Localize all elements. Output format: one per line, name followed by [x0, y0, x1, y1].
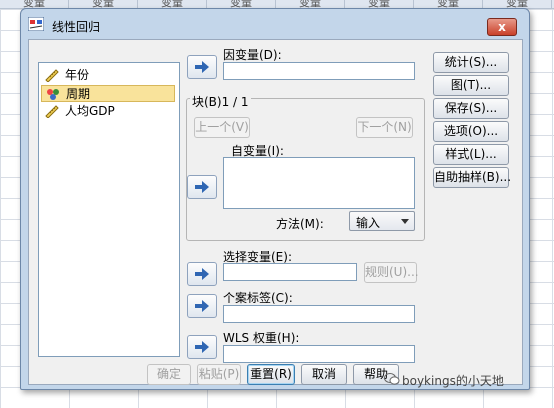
right-arrow-icon	[195, 341, 209, 353]
rule-button[interactable]: 规则(U)...	[364, 262, 419, 283]
column-header[interactable]: 变量	[207, 0, 276, 8]
options-button[interactable]: 选项(O)...	[433, 121, 509, 142]
variable-item-gdp-per-capita[interactable]: 人均GDP	[41, 103, 175, 120]
selection-variable-field[interactable]	[223, 263, 357, 281]
style-button[interactable]: 样式(L)...	[433, 144, 509, 165]
save-button[interactable]: 保存(S)...	[433, 98, 509, 119]
reset-button[interactable]: 重置(R)	[247, 364, 295, 385]
variable-label: 人均GDP	[65, 104, 115, 118]
column-header[interactable]: 变量	[276, 0, 345, 8]
dialog-title: 线性回归	[52, 20, 101, 34]
source-variable-list[interactable]: 年份 周期 人均GDP	[38, 62, 180, 357]
variable-label: 年份	[65, 68, 90, 82]
previous-block-button[interactable]: 上一个(V)	[194, 117, 250, 138]
column-header[interactable]: 变量	[483, 0, 552, 8]
block-label: 块(B)1 / 1	[190, 93, 251, 110]
dependent-field[interactable]	[223, 62, 415, 80]
cancel-button[interactable]: 取消	[301, 364, 347, 385]
column-header[interactable]: 变量	[414, 0, 483, 8]
watermark-text: boykings的小天地	[402, 374, 504, 388]
method-select[interactable]: 输入	[349, 211, 415, 231]
case-label-label: 个案标签(C):	[223, 291, 293, 305]
regression-app-icon	[28, 17, 44, 31]
column-header[interactable]: 变量	[0, 0, 69, 8]
ruler-icon	[45, 69, 59, 82]
dependent-label: 因变量(D):	[223, 48, 282, 62]
move-to-wls-weight-button[interactable]	[187, 335, 217, 359]
plots-button[interactable]: 图(T)...	[433, 75, 509, 96]
linear-regression-dialog: 线性回归 x 年份 周期 人均GDP 因变量(D): 块(B)1 / 1 上一个…	[20, 8, 530, 390]
ruler-icon	[45, 105, 59, 118]
variable-item-year[interactable]: 年份	[41, 67, 175, 84]
move-to-independent-button[interactable]	[187, 175, 217, 199]
wls-weight-label: WLS 权重(H):	[223, 331, 300, 345]
chevron-down-icon	[401, 219, 409, 224]
independent-list[interactable]	[223, 157, 415, 209]
right-arrow-icon	[195, 181, 209, 193]
method-value: 输入	[356, 216, 381, 230]
title-bar[interactable]: 线性回归 x	[21, 9, 529, 39]
ok-button[interactable]: 确定	[147, 364, 191, 385]
variable-label: 周期	[66, 87, 91, 101]
column-header[interactable]: 变量	[138, 0, 207, 8]
move-to-selection-button[interactable]	[187, 262, 217, 286]
close-icon: x	[498, 20, 506, 34]
right-arrow-icon	[195, 61, 209, 73]
paste-button[interactable]: 粘贴(P)	[197, 364, 241, 385]
move-to-case-label-button[interactable]	[187, 294, 217, 318]
right-arrow-icon	[195, 268, 209, 280]
nominal-people-icon	[47, 89, 59, 100]
right-arrow-icon	[195, 300, 209, 312]
variable-item-period[interactable]: 周期	[41, 85, 175, 102]
bootstrap-button[interactable]: 自助抽样(B)...	[433, 167, 511, 188]
dialog-body: 年份 周期 人均GDP 因变量(D): 块(B)1 / 1 上一个(V) 下一个…	[28, 39, 523, 385]
next-block-button[interactable]: 下一个(N)	[356, 117, 413, 138]
column-header[interactable]: 变量	[69, 0, 138, 8]
case-label-field[interactable]	[223, 305, 415, 323]
wechat-icon	[384, 373, 400, 385]
move-to-dependent-button[interactable]	[187, 55, 217, 79]
wls-weight-field[interactable]	[223, 345, 415, 363]
statistics-button[interactable]: 统计(S)...	[433, 52, 509, 73]
column-header[interactable]: 变量	[345, 0, 414, 8]
method-label: 方法(M):	[276, 217, 324, 231]
close-button[interactable]: x	[487, 18, 517, 36]
